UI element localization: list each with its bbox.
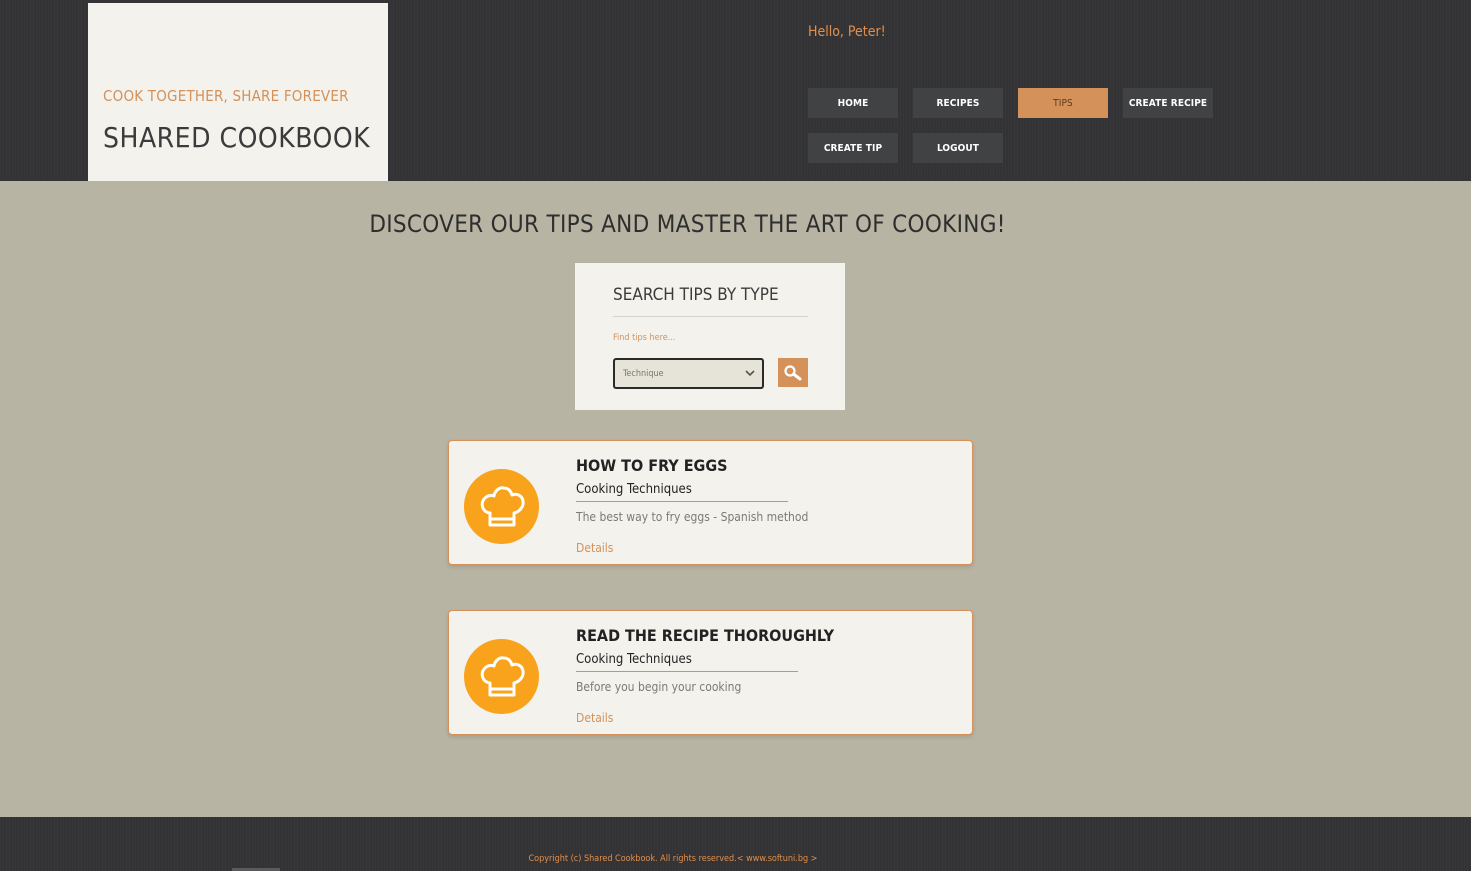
tip-title: HOW TO FRY EGGS bbox=[576, 456, 728, 475]
tip-description: The best way to fry eggs - Spanish metho… bbox=[576, 510, 809, 524]
tip-title: READ THE RECIPE THOROUGHLY bbox=[576, 626, 835, 645]
tip-type: Cooking Techniques bbox=[576, 482, 788, 502]
tip-card: READ THE RECIPE THOROUGHLY Cooking Techn… bbox=[448, 610, 973, 735]
nav-create-recipe-button[interactable]: CREATE RECIPE bbox=[1123, 88, 1213, 118]
nav-create-tip-button[interactable]: CREATE TIP bbox=[808, 133, 898, 163]
search-icon bbox=[784, 364, 802, 380]
search-label: Find tips here... bbox=[613, 333, 676, 343]
site-title[interactable]: SHARED COOKBOOK bbox=[103, 121, 370, 154]
tip-type-select[interactable]: Technique bbox=[613, 358, 764, 389]
tip-type-selected-value: Technique bbox=[623, 368, 664, 379]
nav-home-button[interactable]: HOME bbox=[808, 88, 898, 118]
tip-card: HOW TO FRY EGGS Cooking Techniques The b… bbox=[448, 440, 973, 565]
chef-hat-icon bbox=[464, 469, 539, 544]
footer-copyright: Copyright (c) Shared Cookbook. All right… bbox=[528, 854, 818, 864]
user-greeting: Hello, Peter! bbox=[808, 24, 886, 40]
tip-details-link[interactable]: Details bbox=[576, 711, 613, 725]
chevron-down-icon bbox=[745, 370, 755, 377]
tip-details-link[interactable]: Details bbox=[576, 541, 613, 555]
search-panel-title: SEARCH TIPS BY TYPE bbox=[613, 285, 808, 317]
nav-recipes-button[interactable]: RECIPES bbox=[913, 88, 1003, 118]
site-header: COOK TOGETHER, SHARE FOREVER SHARED COOK… bbox=[0, 0, 1471, 181]
search-panel: SEARCH TIPS BY TYPE Find tips here... Te… bbox=[575, 263, 845, 410]
nav-logout-button[interactable]: LOGOUT bbox=[913, 133, 1003, 163]
chef-hat-icon bbox=[464, 639, 539, 714]
tip-description: Before you begin your cooking bbox=[576, 680, 742, 694]
search-button[interactable] bbox=[778, 358, 808, 387]
page-heading: DISCOVER OUR TIPS AND MASTER THE ART OF … bbox=[369, 210, 1006, 238]
site-tagline: COOK TOGETHER, SHARE FOREVER bbox=[103, 87, 349, 105]
site-footer: Copyright (c) Shared Cookbook. All right… bbox=[0, 817, 1471, 871]
tip-type: Cooking Techniques bbox=[576, 652, 798, 672]
nav-tips-button[interactable]: TIPS bbox=[1018, 88, 1108, 118]
brand-box: COOK TOGETHER, SHARE FOREVER SHARED COOK… bbox=[88, 3, 388, 181]
